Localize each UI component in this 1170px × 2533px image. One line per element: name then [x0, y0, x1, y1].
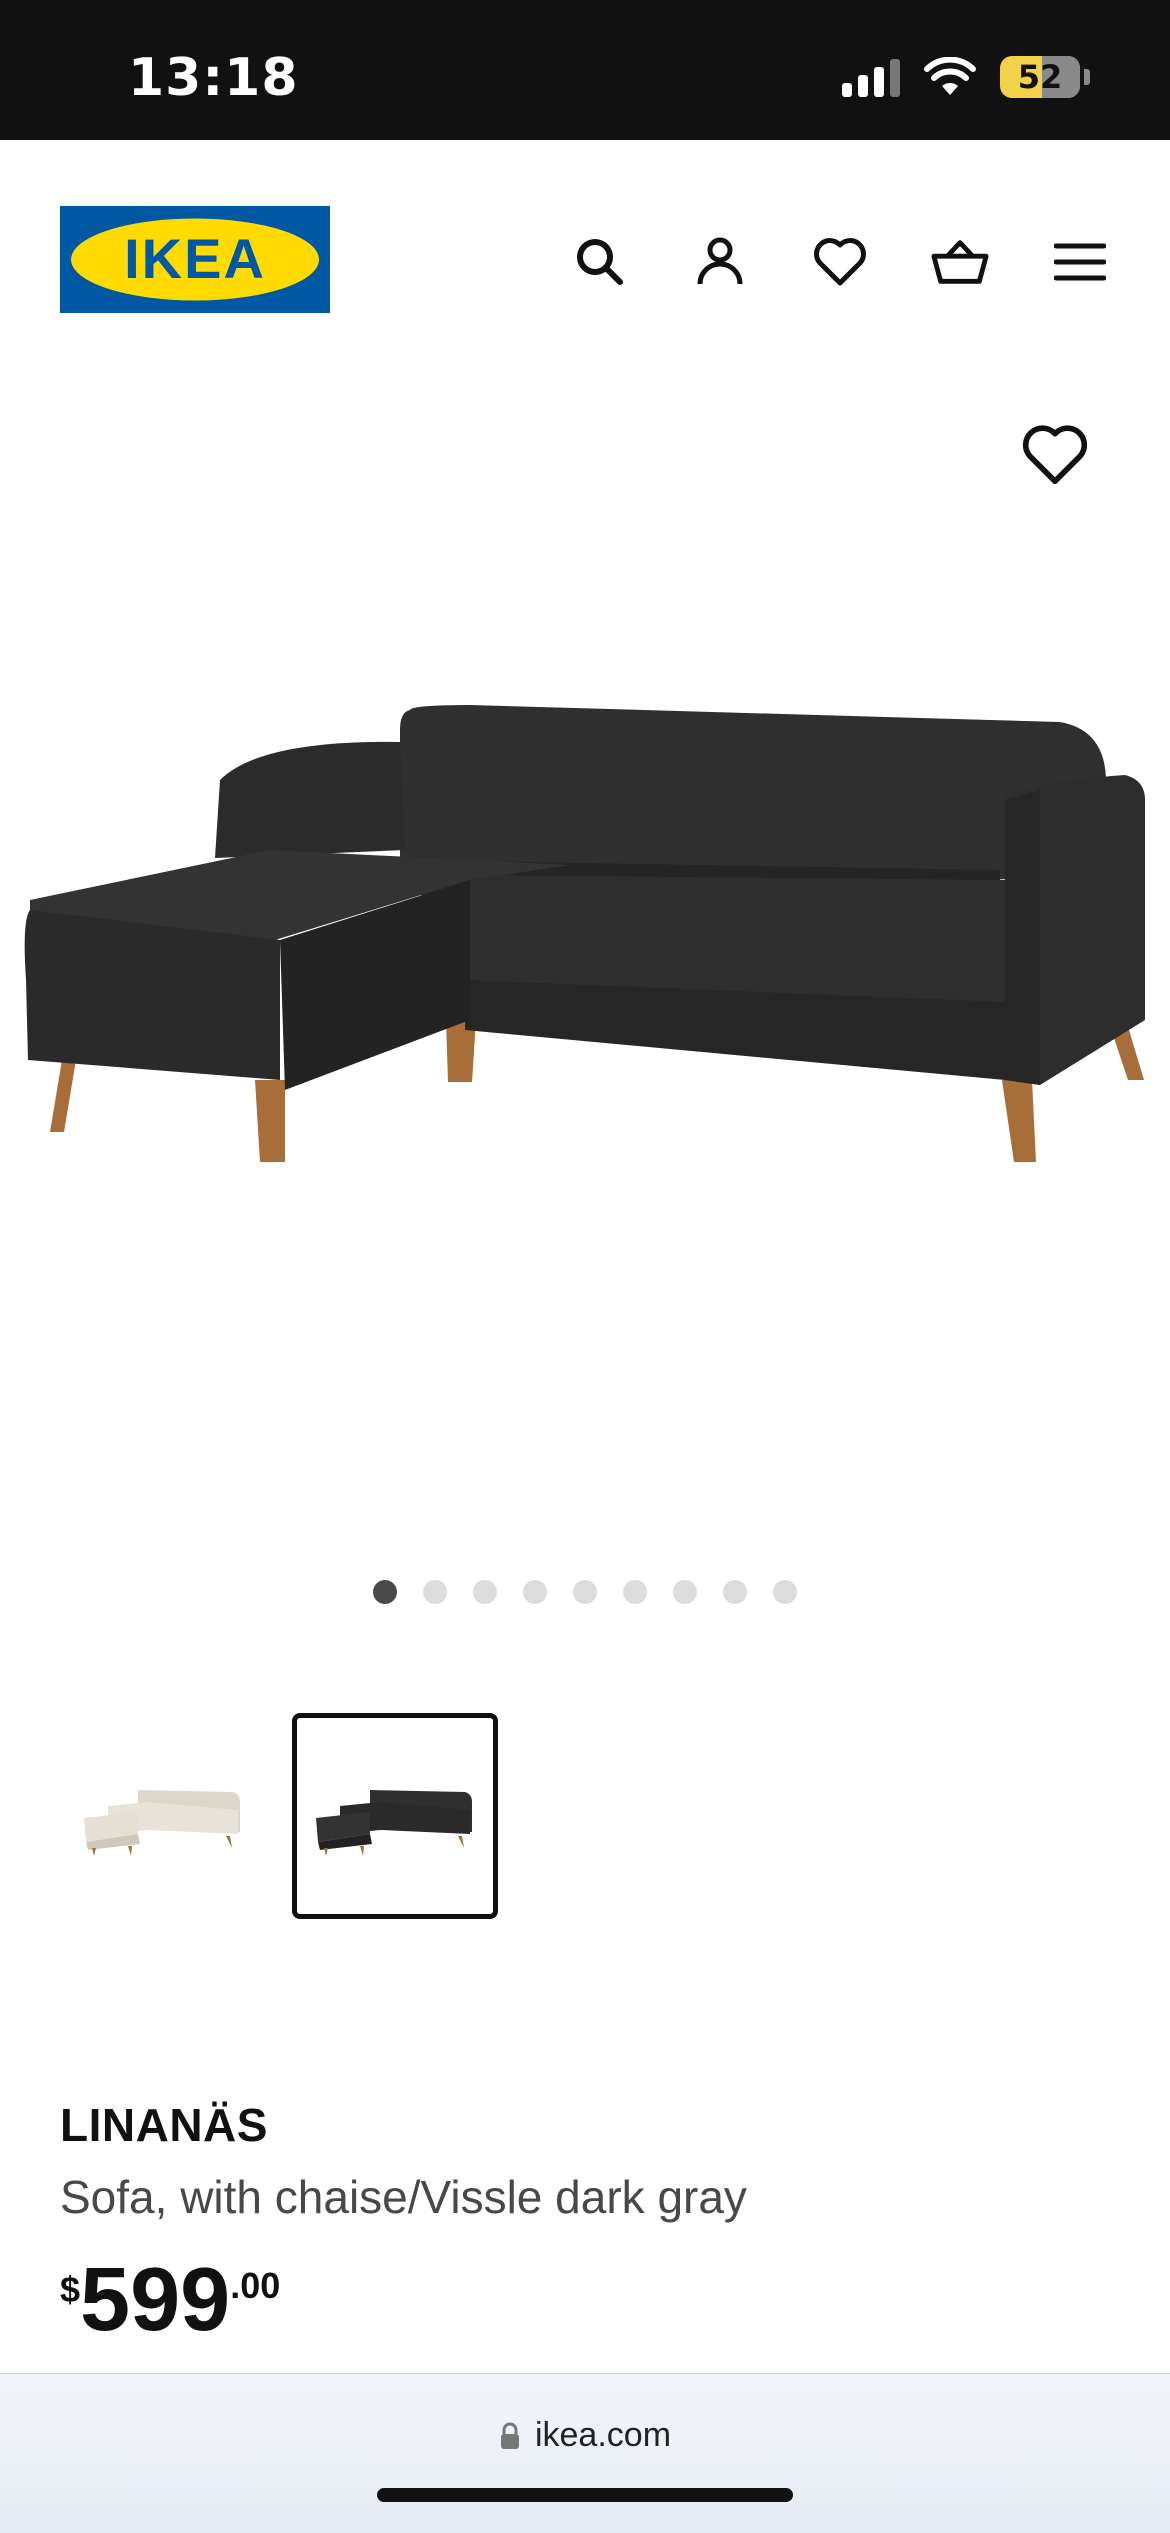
carousel-dot[interactable] — [773, 1580, 797, 1604]
add-to-favourites-button[interactable] — [1020, 420, 1090, 490]
variant-thumbnail-beige[interactable] — [60, 1713, 266, 1919]
hamburger-menu-icon — [1054, 243, 1106, 281]
wifi-icon — [924, 57, 976, 95]
header-actions — [570, 232, 1110, 292]
account-icon — [697, 237, 743, 285]
shopping-bag-icon — [931, 240, 989, 284]
heart-icon — [1022, 425, 1088, 485]
beige-sofa-thumbnail-image — [84, 1790, 240, 1856]
carousel-dot[interactable] — [523, 1580, 547, 1604]
browser-address-bar[interactable]: ikea.com — [0, 2373, 1170, 2533]
favourites-button[interactable] — [810, 232, 870, 292]
site-header: IKEA — [0, 140, 1170, 380]
status-bar: 13:18 52 — [0, 0, 1170, 140]
menu-button[interactable] — [1050, 232, 1110, 292]
url-display[interactable]: ikea.com — [0, 2416, 1170, 2455]
price-integer: 599 — [80, 2250, 231, 2350]
price-decimal: .00 — [230, 2265, 281, 2306]
carousel-pagination — [0, 1580, 1170, 1604]
carousel-dot[interactable] — [623, 1580, 647, 1604]
battery-level: 52 — [1017, 58, 1063, 96]
search-icon — [577, 239, 623, 285]
carousel-dot[interactable] — [573, 1580, 597, 1604]
lock-icon — [500, 2422, 519, 2449]
logo-text: IKEA — [124, 227, 266, 290]
price-currency: $ — [60, 2269, 81, 2310]
product-price: $ 599 .00 — [60, 2255, 280, 2345]
home-indicator[interactable] — [377, 2488, 793, 2502]
carousel-dot[interactable] — [723, 1580, 747, 1604]
variant-thumbnail-dark-gray[interactable] — [292, 1713, 498, 1919]
heart-icon — [814, 238, 866, 286]
sofa-image — [24, 705, 1145, 1162]
product-name: LINANÄS — [60, 2099, 268, 2151]
carousel-dot[interactable] — [673, 1580, 697, 1604]
cart-button[interactable] — [930, 232, 990, 292]
status-time: 13:18 — [128, 48, 299, 108]
battery-icon: 52 — [1000, 56, 1080, 98]
search-button[interactable] — [570, 232, 630, 292]
cellular-signal-icon — [842, 57, 900, 97]
url-text: ikea.com — [534, 2416, 672, 2454]
dark-gray-sofa-thumbnail-image — [316, 1790, 472, 1856]
product-description: Sofa, with chaise/Vissle dark gray — [60, 2171, 747, 2223]
product-image-carousel[interactable] — [0, 380, 1170, 1580]
carousel-dot[interactable] — [423, 1580, 447, 1604]
account-button[interactable] — [690, 232, 750, 292]
carousel-dot[interactable] — [473, 1580, 497, 1604]
status-icons: 52 — [842, 52, 1090, 102]
variant-thumbnails — [60, 1713, 498, 1919]
carousel-dot[interactable] — [373, 1580, 397, 1604]
ikea-logo[interactable]: IKEA — [60, 206, 330, 313]
